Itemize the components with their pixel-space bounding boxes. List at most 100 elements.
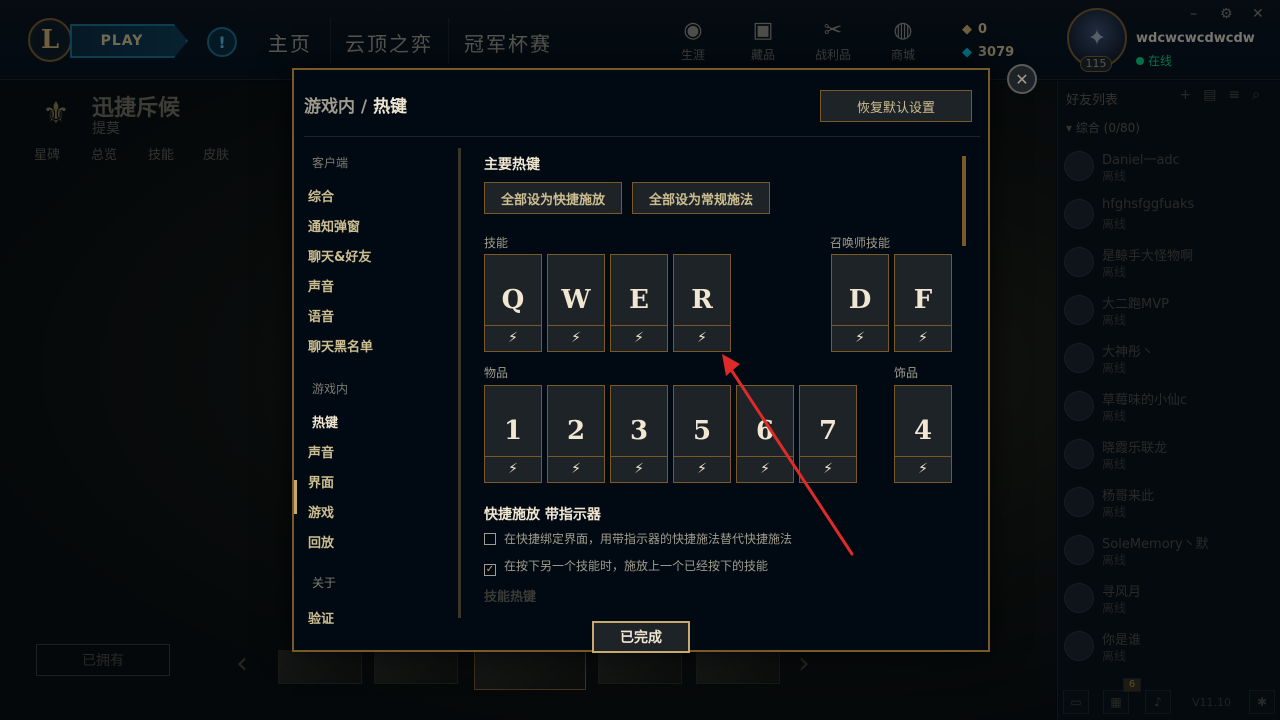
quickcast-toggle-icon[interactable]: ⚡	[737, 456, 793, 482]
store-nav-button[interactable]: ◍ 商城	[873, 18, 933, 63]
quickcast-toggle-icon[interactable]: ⚡	[485, 325, 541, 351]
nav-item-block-list[interactable]: 聊天黑名单	[308, 336, 373, 355]
tab-clash[interactable]: 冠军杯赛	[464, 28, 552, 57]
nav-item-hotkeys[interactable]: 热键	[312, 412, 338, 431]
friend-item[interactable]: 杨哥来此 离线	[1064, 483, 1274, 527]
nav-item-verification[interactable]: 验证	[308, 608, 334, 624]
nav-item-notifications[interactable]: 通知弹窗	[308, 216, 360, 235]
blue-essence-balance[interactable]: ◆ 0	[962, 22, 987, 37]
friend-item[interactable]: hfghsfggfuaks 离线	[1064, 195, 1274, 239]
quickcast-toggle-icon[interactable]: ⚡	[548, 456, 604, 482]
quickcast-toggle-icon[interactable]: ⚡	[832, 325, 888, 351]
skin-thumbnail[interactable]	[278, 650, 362, 684]
quickcast-toggle-icon[interactable]: ⚡	[674, 456, 730, 482]
alert-icon[interactable]: !	[207, 27, 237, 57]
hotkey-ability-r[interactable]: R ⚡	[673, 254, 731, 352]
friend-item[interactable]: 大神彤丶 离线	[1064, 339, 1274, 383]
nav-item-game[interactable]: 游戏	[308, 502, 334, 521]
quickcast-toggle-icon[interactable]: ⚡	[485, 456, 541, 482]
hotkey-summoner-d[interactable]: D ⚡	[831, 254, 889, 352]
owned-button[interactable]: 已拥有	[36, 644, 170, 676]
hotkey-ability-w[interactable]: W ⚡	[547, 254, 605, 352]
nav-item-replays[interactable]: 回放	[308, 532, 334, 551]
skin-thumbnail[interactable]	[374, 650, 458, 684]
league-logo-icon[interactable]: L	[28, 18, 72, 62]
add-folder-icon[interactable]: ▤	[1203, 87, 1228, 103]
online-status[interactable]: 在线	[1136, 52, 1172, 69]
nav-item-interface[interactable]: 界面	[308, 472, 334, 491]
quickcast-toggle-icon[interactable]: ⚡	[548, 325, 604, 351]
chat-icon[interactable]: ▭	[1063, 690, 1089, 714]
sidebar-scrollbar[interactable]	[458, 148, 461, 618]
nav-item-general[interactable]: 综合	[308, 186, 334, 205]
checkbox-checked[interactable]: ✓	[484, 564, 496, 576]
add-friend-icon[interactable]: +	[1179, 87, 1203, 103]
skin-thumbnail[interactable]	[696, 650, 780, 684]
missions-icon[interactable]: ▦	[1103, 690, 1129, 714]
option-row[interactable]: ✓ 在按下另一个技能时，施放上一个已经按下的技能	[484, 557, 768, 576]
friend-item[interactable]: 是鲸手大怪物啊 离线	[1064, 243, 1274, 287]
collection-nav-button[interactable]: ▣ 藏品	[733, 18, 793, 63]
profile-nav-button[interactable]: ◉ 生涯	[663, 18, 723, 63]
hotkey-ability-e[interactable]: E ⚡	[610, 254, 668, 352]
option-row[interactable]: 在快捷绑定界面，用带指示器的快捷施法替代快捷施法	[484, 530, 792, 547]
voice-icon[interactable]: ♪	[1145, 690, 1171, 714]
hotkey-item-6[interactable]: 6 ⚡	[736, 385, 794, 483]
quickcast-toggle-icon[interactable]: ⚡	[611, 456, 667, 482]
search-icon[interactable]: ⌕	[1252, 87, 1272, 103]
friends-group-header[interactable]: ▾ 综合 (0/80)	[1066, 119, 1140, 136]
friend-item[interactable]: 寻风月 离线	[1064, 579, 1274, 623]
quickcast-toggle-icon[interactable]: ⚡	[895, 456, 951, 482]
prev-skin-arrow-icon[interactable]: ‹	[236, 646, 248, 681]
minimize-button[interactable]: –	[1190, 6, 1197, 22]
champion-tab-abilities[interactable]: 技能	[148, 144, 174, 163]
friend-item[interactable]: 大二跑MVP 离线	[1064, 291, 1274, 335]
content-scrollbar[interactable]	[962, 156, 966, 246]
breadcrumb: 游戏内 / 热键	[304, 97, 408, 117]
tab-tft[interactable]: 云顶之弈	[345, 28, 433, 57]
quickcast-toggle-icon[interactable]: ⚡	[674, 325, 730, 351]
friend-item[interactable]: 草莓味的小仙c 离线	[1064, 387, 1274, 431]
friend-item[interactable]: 你是谁 离线	[1064, 627, 1274, 671]
friends-toolbar: +▤≡⌕	[1179, 87, 1272, 103]
hotkey-item-7[interactable]: 7 ⚡	[799, 385, 857, 483]
champion-tab-runes[interactable]: 星碑	[34, 144, 60, 163]
riot-points-balance[interactable]: ◆ 3079	[962, 45, 1014, 60]
hotkey-item-1[interactable]: 1 ⚡	[484, 385, 542, 483]
loot-nav-button[interactable]: ✂ 战利品	[803, 18, 863, 63]
done-button[interactable]: 已完成	[592, 621, 690, 653]
champion-tab-skins[interactable]: 皮肤	[203, 144, 229, 163]
hotkey-item-5[interactable]: 5 ⚡	[673, 385, 731, 483]
nav-item-voice[interactable]: 语音	[308, 306, 334, 325]
champion-tab-overview[interactable]: 总览	[91, 144, 117, 163]
hotkey-summoner-f[interactable]: F ⚡	[894, 254, 952, 352]
quickcast-toggle-icon[interactable]: ⚡	[611, 325, 667, 351]
checkbox-unchecked[interactable]	[484, 533, 496, 545]
tab-home[interactable]: 主页	[268, 28, 312, 57]
set-all-normalcast-button[interactable]: 全部设为常规施法	[632, 182, 770, 214]
list-view-icon[interactable]: ≡	[1228, 87, 1252, 103]
close-icon[interactable]: ✕	[1007, 64, 1037, 94]
set-all-quickcast-button[interactable]: 全部设为快捷施放	[484, 182, 622, 214]
restore-defaults-button[interactable]: 恢复默认设置	[820, 90, 972, 122]
nav-item-client-sound[interactable]: 声音	[308, 276, 334, 295]
close-window-button[interactable]: ✕	[1252, 6, 1264, 22]
hotkey-item-2[interactable]: 2 ⚡	[547, 385, 605, 483]
friend-item[interactable]: 晓霞乐联龙 离线	[1064, 435, 1274, 479]
username[interactable]: wdcwcwcdwcdw	[1136, 31, 1255, 46]
quickcast-toggle-icon[interactable]: ⚡	[800, 456, 856, 482]
quickcast-toggle-icon[interactable]: ⚡	[895, 325, 951, 351]
hotkey-ability-q[interactable]: Q ⚡	[484, 254, 542, 352]
page-title: 热键	[373, 97, 408, 117]
help-icon[interactable]: ✱	[1249, 690, 1275, 714]
nav-item-game-sound[interactable]: 声音	[308, 442, 334, 461]
hotkey-trinket-4[interactable]: 4 ⚡	[894, 385, 952, 483]
hotkey-item-3[interactable]: 3 ⚡	[610, 385, 668, 483]
friend-item[interactable]: SoleMemory丶默 离线	[1064, 531, 1274, 575]
skin-thumbnail[interactable]	[598, 650, 682, 684]
friend-item[interactable]: Daniel一adc 离线	[1064, 147, 1274, 191]
play-button[interactable]: PLAY	[70, 24, 188, 58]
collection-icon: ▣	[752, 18, 774, 43]
settings-gear-icon[interactable]: ⚙	[1220, 6, 1233, 22]
nav-item-chat-friends[interactable]: 聊天&好友	[308, 246, 371, 265]
